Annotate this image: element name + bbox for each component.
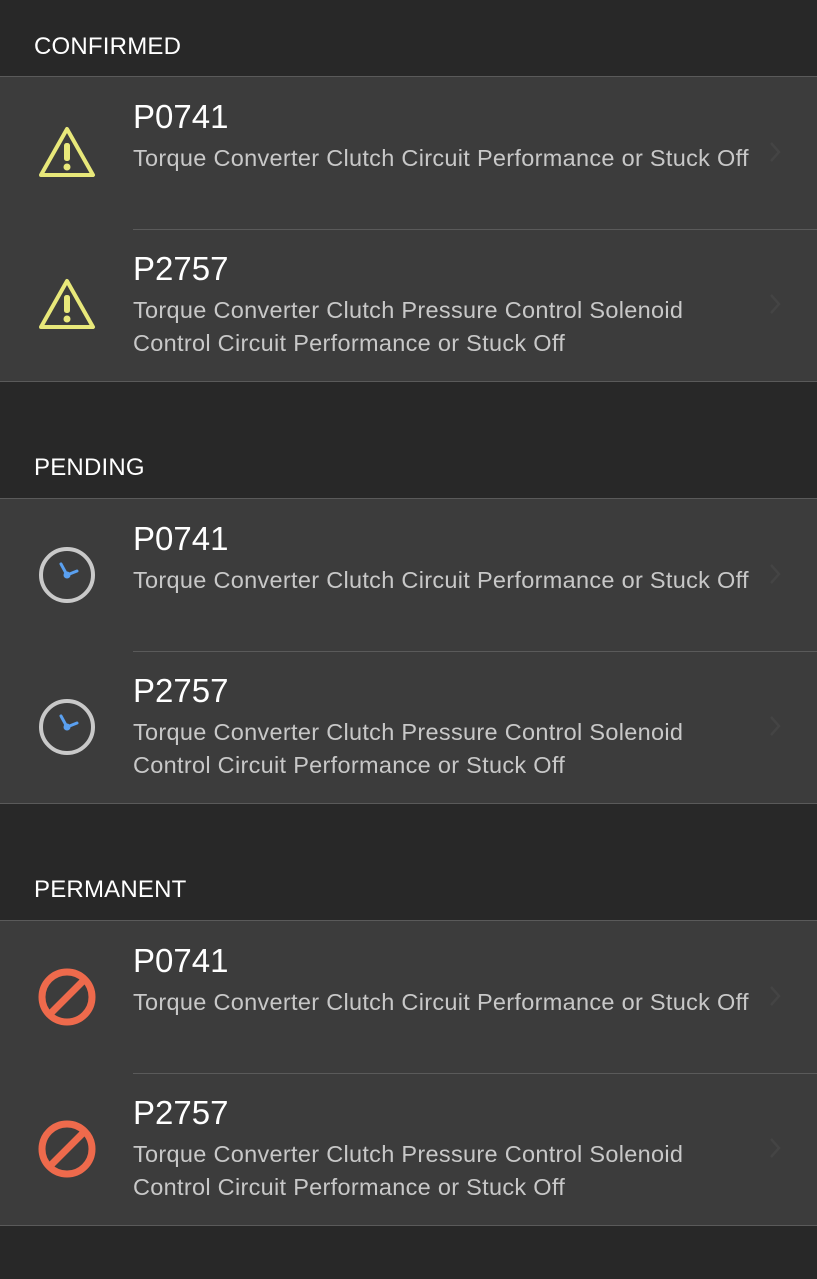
chevron-right-icon xyxy=(770,716,781,736)
clock-icon xyxy=(37,697,97,757)
chevron-right-icon xyxy=(770,294,781,314)
chevron-right-icon xyxy=(770,142,781,162)
dtc-row[interactable]: P0741 Torque Converter Clutch Circuit Pe… xyxy=(0,921,817,1073)
dtc-list-screen: CONFIRMED P0741 Torque Converter Clutch … xyxy=(0,0,817,1279)
dtc-code: P0741 xyxy=(133,98,229,135)
dtc-code: P2757 xyxy=(133,250,229,287)
chevron-right-icon xyxy=(770,986,781,1006)
prohibited-icon xyxy=(37,967,97,1027)
dtc-code: P0741 xyxy=(133,520,229,557)
section-group-permanent: P0741 Torque Converter Clutch Circuit Pe… xyxy=(0,920,817,1226)
clock-icon xyxy=(37,545,97,605)
prohibited-icon xyxy=(37,1119,97,1179)
dtc-description: Torque Converter Clutch Circuit Performa… xyxy=(133,145,749,171)
chevron-right-icon xyxy=(770,564,781,584)
section-header-pending: PENDING xyxy=(34,454,145,481)
section-header-confirmed: CONFIRMED xyxy=(34,33,182,60)
dtc-row[interactable]: P0741 Torque Converter Clutch Circuit Pe… xyxy=(0,499,817,651)
section-group-confirmed: P0741 Torque Converter Clutch Circuit Pe… xyxy=(0,76,817,382)
chevron-right-icon xyxy=(770,1138,781,1158)
dtc-code: P2757 xyxy=(133,672,229,709)
dtc-row[interactable]: P2757 Torque Converter Clutch Pressure C… xyxy=(0,651,817,803)
warning-triangle-icon xyxy=(37,123,97,183)
section-group-pending: P0741 Torque Converter Clutch Circuit Pe… xyxy=(0,498,817,804)
warning-triangle-icon xyxy=(37,275,97,335)
dtc-description: Torque Converter Clutch Circuit Performa… xyxy=(133,567,749,593)
dtc-code: P2757 xyxy=(133,1094,229,1131)
dtc-row[interactable]: P2757 Torque Converter Clutch Pressure C… xyxy=(0,229,817,381)
dtc-description: Torque Converter Clutch Pressure Control… xyxy=(133,719,684,778)
dtc-description: Torque Converter Clutch Pressure Control… xyxy=(133,1141,684,1200)
dtc-row[interactable]: P0741 Torque Converter Clutch Circuit Pe… xyxy=(0,77,817,229)
dtc-description: Torque Converter Clutch Circuit Performa… xyxy=(133,989,749,1015)
section-header-permanent: PERMANENT xyxy=(34,876,187,903)
dtc-code: P0741 xyxy=(133,942,229,979)
dtc-row[interactable]: P2757 Torque Converter Clutch Pressure C… xyxy=(0,1073,817,1225)
dtc-description: Torque Converter Clutch Pressure Control… xyxy=(133,297,684,356)
